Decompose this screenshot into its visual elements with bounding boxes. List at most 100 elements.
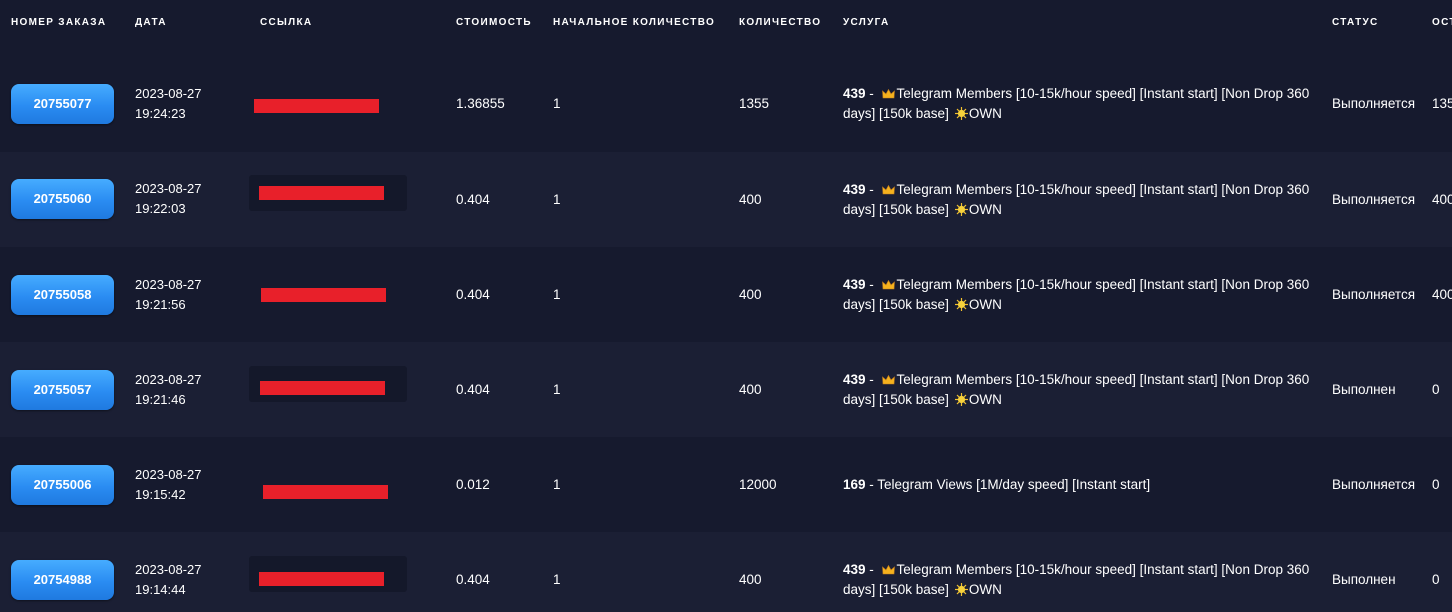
service-tag: OWN [968,582,1002,597]
order-status: Выполнен [1332,572,1396,587]
crown-icon [881,375,895,385]
order-date-time: 19:21:46 [135,392,186,407]
column-header-start-count[interactable]: НАЧАЛЬНОЕ КОЛИЧЕСТВО [553,17,715,28]
redaction-bar [263,485,388,499]
order-start-count: 1 [553,572,561,587]
crown-icon [881,280,895,290]
column-header-remains[interactable]: ОСТ [1432,17,1452,28]
order-remains: 400 [1432,287,1452,302]
order-link[interactable] [249,471,407,507]
order-start-count: 1 [553,287,561,302]
service-tag: OWN [968,106,1002,121]
service-id: 439 [843,182,866,197]
service-separator: - [865,372,878,387]
order-service: 169 - Telegram Views [1M/day speed] [Ins… [843,475,1313,495]
redaction-bar [259,186,384,200]
order-start-count: 1 [553,382,561,397]
service-name-line2: days] [150k base] [843,297,949,312]
table-row: 20755077 2023-08-27 19:24:23 1.36855 1 1… [0,57,1452,152]
order-date-time: 19:15:42 [135,487,186,502]
service-id: 439 [843,277,866,292]
order-date-day: 2023-08-27 [135,372,202,387]
redaction-bar [260,381,385,395]
service-name-line2: days] [150k base] [843,202,949,217]
order-service: 439 - Telegram Members [10-15k/hour spee… [843,370,1313,410]
table-header: НОМЕР ЗАКАЗА ДАТА ССЫЛКА СТОИМОСТЬ НАЧАЛ… [0,0,1452,44]
order-service: 439 - Telegram Members [10-15k/hour spee… [843,560,1313,600]
order-link[interactable] [249,86,407,122]
column-header-order-id[interactable]: НОМЕР ЗАКАЗА [11,17,106,28]
order-quantity: 12000 [739,477,777,492]
order-date-time: 19:21:56 [135,297,186,312]
order-id-button[interactable]: 20755060 [11,179,114,219]
column-header-quantity[interactable]: КОЛИЧЕСТВО [739,17,821,28]
crown-icon [881,185,895,195]
order-status: Выполняется [1332,192,1416,207]
service-name-line1: Telegram Members [10-15k/hour speed] [In… [896,277,1310,292]
order-date: 2023-08-27 19:21:46 [135,370,202,410]
column-header-service[interactable]: УСЛУГА [843,17,890,28]
service-separator: - [865,182,878,197]
service-separator: - [865,477,878,492]
service-separator: - [865,562,878,577]
order-cost: 1.36855 [456,96,505,111]
column-header-cost[interactable]: СТОИМОСТЬ [456,17,532,28]
sun-icon [954,298,968,311]
order-date-time: 19:24:23 [135,106,186,121]
order-date-time: 19:22:03 [135,201,186,216]
order-id-button[interactable]: 20754988 [11,560,114,600]
service-id: 439 [843,562,866,577]
order-link[interactable] [249,275,407,311]
orders-table: НОМЕР ЗАКАЗА ДАТА ССЫЛКА СТОИМОСТЬ НАЧАЛ… [0,0,1452,612]
order-id-button[interactable]: 20755006 [11,465,114,505]
order-link[interactable] [249,175,407,211]
sun-icon [954,107,968,120]
order-quantity: 400 [739,382,762,397]
order-date: 2023-08-27 19:24:23 [135,84,202,124]
table-row: 20755006 2023-08-27 19:15:42 0.012 1 120… [0,437,1452,532]
sun-icon [954,393,968,406]
order-service: 439 - Telegram Members [10-15k/hour spee… [843,180,1313,220]
order-cost: 0.404 [456,572,490,587]
order-date-day: 2023-08-27 [135,86,202,101]
order-cost: 0.404 [456,382,490,397]
crown-icon [881,565,895,575]
table-row: 20755057 2023-08-27 19:21:46 0.404 1 400… [0,342,1452,437]
order-status: Выполняется [1332,96,1416,111]
service-name-line2: days] [150k base] [843,392,949,407]
order-id-button[interactable]: 20755058 [11,275,114,315]
order-date: 2023-08-27 19:14:44 [135,560,202,600]
order-service: 439 - Telegram Members [10-15k/hour spee… [843,275,1313,315]
column-header-status[interactable]: СТАТУС [1332,17,1379,28]
order-status: Выполняется [1332,287,1416,302]
order-start-count: 1 [553,96,561,111]
service-name-line1: Telegram Members [10-15k/hour speed] [In… [896,562,1310,577]
order-link[interactable] [249,366,407,402]
order-date-time: 19:14:44 [135,582,186,597]
service-separator: - [865,277,878,292]
sun-icon [954,583,968,596]
service-id: 439 [843,372,866,387]
order-cost: 0.404 [456,287,490,302]
service-name-line1: Telegram Members [10-15k/hour speed] [In… [896,86,1310,101]
column-header-link[interactable]: ССЫЛКА [260,17,312,28]
service-name-line1: Telegram Members [10-15k/hour speed] [In… [896,182,1310,197]
crown-icon [881,89,895,99]
order-remains: 0 [1432,477,1440,492]
order-id-button[interactable]: 20755057 [11,370,114,410]
table-row: 20755058 2023-08-27 19:21:56 0.404 1 400… [0,247,1452,342]
redaction-bar [254,99,379,113]
service-id: 439 [843,86,866,101]
order-status: Выполнен [1332,382,1396,397]
service-name-line1: Telegram Views [1M/day speed] [Instant s… [877,477,1151,492]
service-name-line2: days] [150k base] [843,106,949,121]
column-header-date[interactable]: ДАТА [135,17,167,28]
order-cost: 0.012 [456,477,490,492]
order-link[interactable] [249,556,407,592]
order-quantity: 400 [739,572,762,587]
order-remains: 135 [1432,96,1452,111]
service-separator: - [865,86,878,101]
sun-icon [954,203,968,216]
order-id-button[interactable]: 20755077 [11,84,114,124]
order-quantity: 1355 [739,96,770,111]
